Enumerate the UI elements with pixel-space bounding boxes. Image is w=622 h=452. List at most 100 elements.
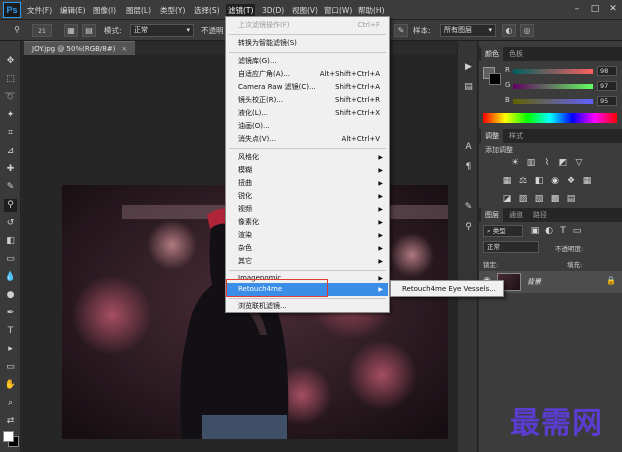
move-tool-icon[interactable]: ✥ — [4, 55, 17, 68]
menu-image[interactable]: 图像(I) — [91, 4, 118, 17]
magic-wand-icon[interactable]: ✦ — [4, 109, 17, 122]
brightness-icon[interactable]: ☀ — [509, 157, 521, 169]
tab-color[interactable]: 颜色 — [481, 47, 503, 61]
tab-adjustments[interactable]: 调整 — [481, 129, 503, 143]
g-slider[interactable] — [513, 84, 593, 89]
tab-swatches[interactable]: 色板 — [505, 47, 527, 61]
menu-adaptive-wide-angle[interactable]: 自适应广角(A)... Alt+Shift+Ctrl+A — [227, 68, 388, 81]
menu-distort[interactable]: 扭曲 ▶ — [227, 177, 388, 190]
blur-tool-icon[interactable]: 💧 — [4, 271, 17, 284]
tab-styles[interactable]: 样式 — [505, 129, 527, 143]
menu-noise[interactable]: 杂色 ▶ — [227, 242, 388, 255]
exposure-icon[interactable]: ◩ — [557, 157, 569, 169]
menu-video[interactable]: 视频 ▶ — [227, 203, 388, 216]
filter-pixel-icon[interactable]: ▣ — [529, 225, 541, 237]
sample-select[interactable]: 所有图层 ▾ — [440, 24, 496, 37]
menu-file[interactable]: 文件(F) — [25, 4, 54, 17]
shape-tool-icon[interactable]: ▭ — [4, 361, 17, 374]
tab-channels[interactable]: 通道 — [505, 208, 527, 222]
lasso-tool-icon[interactable]: ➰ — [4, 91, 17, 104]
marquee-tool-icon[interactable]: ⬚ — [4, 73, 17, 86]
menu-layer[interactable]: 图层(L) — [124, 4, 153, 17]
b-slider[interactable] — [513, 99, 593, 104]
filter-adjustment-icon[interactable]: ◐ — [543, 225, 555, 237]
curves-icon[interactable]: ⌇ — [541, 157, 553, 169]
selective-color-icon[interactable]: ▩ — [549, 193, 561, 205]
menu-other[interactable]: 其它 ▶ — [227, 255, 388, 268]
b-value[interactable]: 95 — [597, 96, 617, 106]
menu-pixelate[interactable]: 像素化 ▶ — [227, 216, 388, 229]
menu-oil-paint[interactable]: 油画(O)... — [227, 120, 388, 133]
clone-source-icon[interactable]: ▤ — [82, 24, 96, 37]
menu-edit[interactable]: 编辑(E) — [58, 4, 88, 17]
menu-select[interactable]: 选择(S) — [192, 4, 222, 17]
menu-sharpen[interactable]: 锐化 ▶ — [227, 190, 388, 203]
menu-vanishing-point[interactable]: 消失点(V)... Alt+Ctrl+V — [227, 133, 388, 146]
brush-preset-picker[interactable]: 21 — [32, 24, 52, 37]
menu-liquify[interactable]: 液化(L)... Shift+Ctrl+X — [227, 107, 388, 120]
threshold-icon[interactable]: ▧ — [533, 193, 545, 205]
color-lookup-icon[interactable]: ▦ — [581, 175, 593, 187]
mode-select[interactable]: 正常 ▾ — [130, 24, 194, 37]
character-icon[interactable]: A — [462, 141, 475, 154]
channel-mixer-icon[interactable]: ❖ — [565, 175, 577, 187]
r-value[interactable]: 98 — [597, 66, 617, 76]
menu-render[interactable]: 渲染 ▶ — [227, 229, 388, 242]
path-selection-icon[interactable]: ▸ — [4, 343, 17, 356]
pressure-icon[interactable]: ◎ — [520, 24, 534, 37]
r-slider[interactable] — [513, 69, 593, 74]
type-tool-icon[interactable]: T — [4, 325, 17, 338]
gradient-map-icon[interactable]: ▤ — [565, 193, 577, 205]
document-tab[interactable]: JOY.jpg @ 50%(RGB/8#) × — [24, 41, 136, 55]
menu-lens-correction[interactable]: 镜头校正(R)... Shift+Ctrl+R — [227, 94, 388, 107]
airbrush-icon[interactable]: ✎ — [394, 24, 408, 37]
layer-kind-filter[interactable]: ⌕ 类型 — [483, 225, 523, 237]
tab-layers[interactable]: 图层 — [481, 208, 503, 222]
g-value[interactable]: 97 — [597, 81, 617, 91]
vibrance-icon[interactable]: ▽ — [573, 157, 585, 169]
minimize-button[interactable]: – — [570, 3, 584, 15]
eraser-tool-icon[interactable]: ◧ — [4, 235, 17, 248]
levels-icon[interactable]: ▥ — [525, 157, 537, 169]
foreground-color-swatch[interactable] — [3, 431, 14, 442]
close-button[interactable]: ✕ — [606, 3, 620, 15]
pen-tool-icon[interactable]: ✒ — [4, 307, 17, 320]
color-balance-icon[interactable]: ⚖ — [517, 175, 529, 187]
clone-source-panel-icon[interactable]: ⚲ — [462, 221, 475, 234]
menu-blur[interactable]: 模糊 ▶ — [227, 164, 388, 177]
brush-panel-icon[interactable]: ▦ — [64, 24, 78, 37]
menu-convert-smart-filter[interactable]: 转换为智能滤镜(S) — [227, 37, 388, 50]
history-brush-icon[interactable]: ↺ — [4, 217, 17, 230]
crop-tool-icon[interactable]: ⌗ — [4, 127, 17, 140]
clone-stamp-icon[interactable]: ⚲ — [4, 199, 17, 212]
menu-browse-online-filters[interactable]: 浏览联机滤镜... — [227, 300, 388, 313]
filter-shape-icon[interactable]: ▭ — [571, 225, 583, 237]
brush-tool-icon[interactable]: ✎ — [4, 181, 17, 194]
brush-panel-icon[interactable]: ✎ — [462, 201, 475, 214]
maximize-button[interactable]: □ — [588, 3, 602, 15]
hue-saturation-icon[interactable]: ▦ — [501, 175, 513, 187]
menu-type[interactable]: 类型(Y) — [158, 4, 187, 17]
healing-brush-icon[interactable]: ✚ — [4, 163, 17, 176]
invert-icon[interactable]: ◪ — [501, 193, 513, 205]
swap-colors-icon[interactable]: ⇄ — [4, 415, 17, 428]
zoom-tool-icon[interactable]: ⌕ — [4, 397, 17, 410]
photo-filter-icon[interactable]: ◉ — [549, 175, 561, 187]
close-tab-icon[interactable]: × — [121, 45, 127, 53]
paragraph-icon[interactable]: ¶ — [462, 161, 475, 174]
eyedropper-tool-icon[interactable]: ⊿ — [4, 145, 17, 158]
black-white-icon[interactable]: ◧ — [533, 175, 545, 187]
properties-icon[interactable]: ▤ — [462, 81, 475, 94]
menu-retouch4me-eye-vessels[interactable]: Retouch4me Eye Vessels... — [392, 283, 502, 296]
dodge-tool-icon[interactable]: ● — [4, 289, 17, 302]
blend-mode-select[interactable]: 正常 — [483, 241, 539, 253]
posterize-icon[interactable]: ▨ — [517, 193, 529, 205]
hand-tool-icon[interactable]: ✋ — [4, 379, 17, 392]
menu-filter-gallery[interactable]: 滤镜库(G)... — [227, 55, 388, 68]
color-spectrum[interactable] — [483, 113, 617, 123]
menu-camera-raw[interactable]: Camera Raw 滤镜(C)... Shift+Ctrl+A — [227, 81, 388, 94]
fg-bg-swatch[interactable] — [483, 67, 501, 85]
filter-type-icon[interactable]: T — [557, 225, 569, 237]
history-icon[interactable]: ▶ — [462, 61, 475, 74]
stamp-tool-icon[interactable]: ⚲ — [10, 24, 24, 37]
